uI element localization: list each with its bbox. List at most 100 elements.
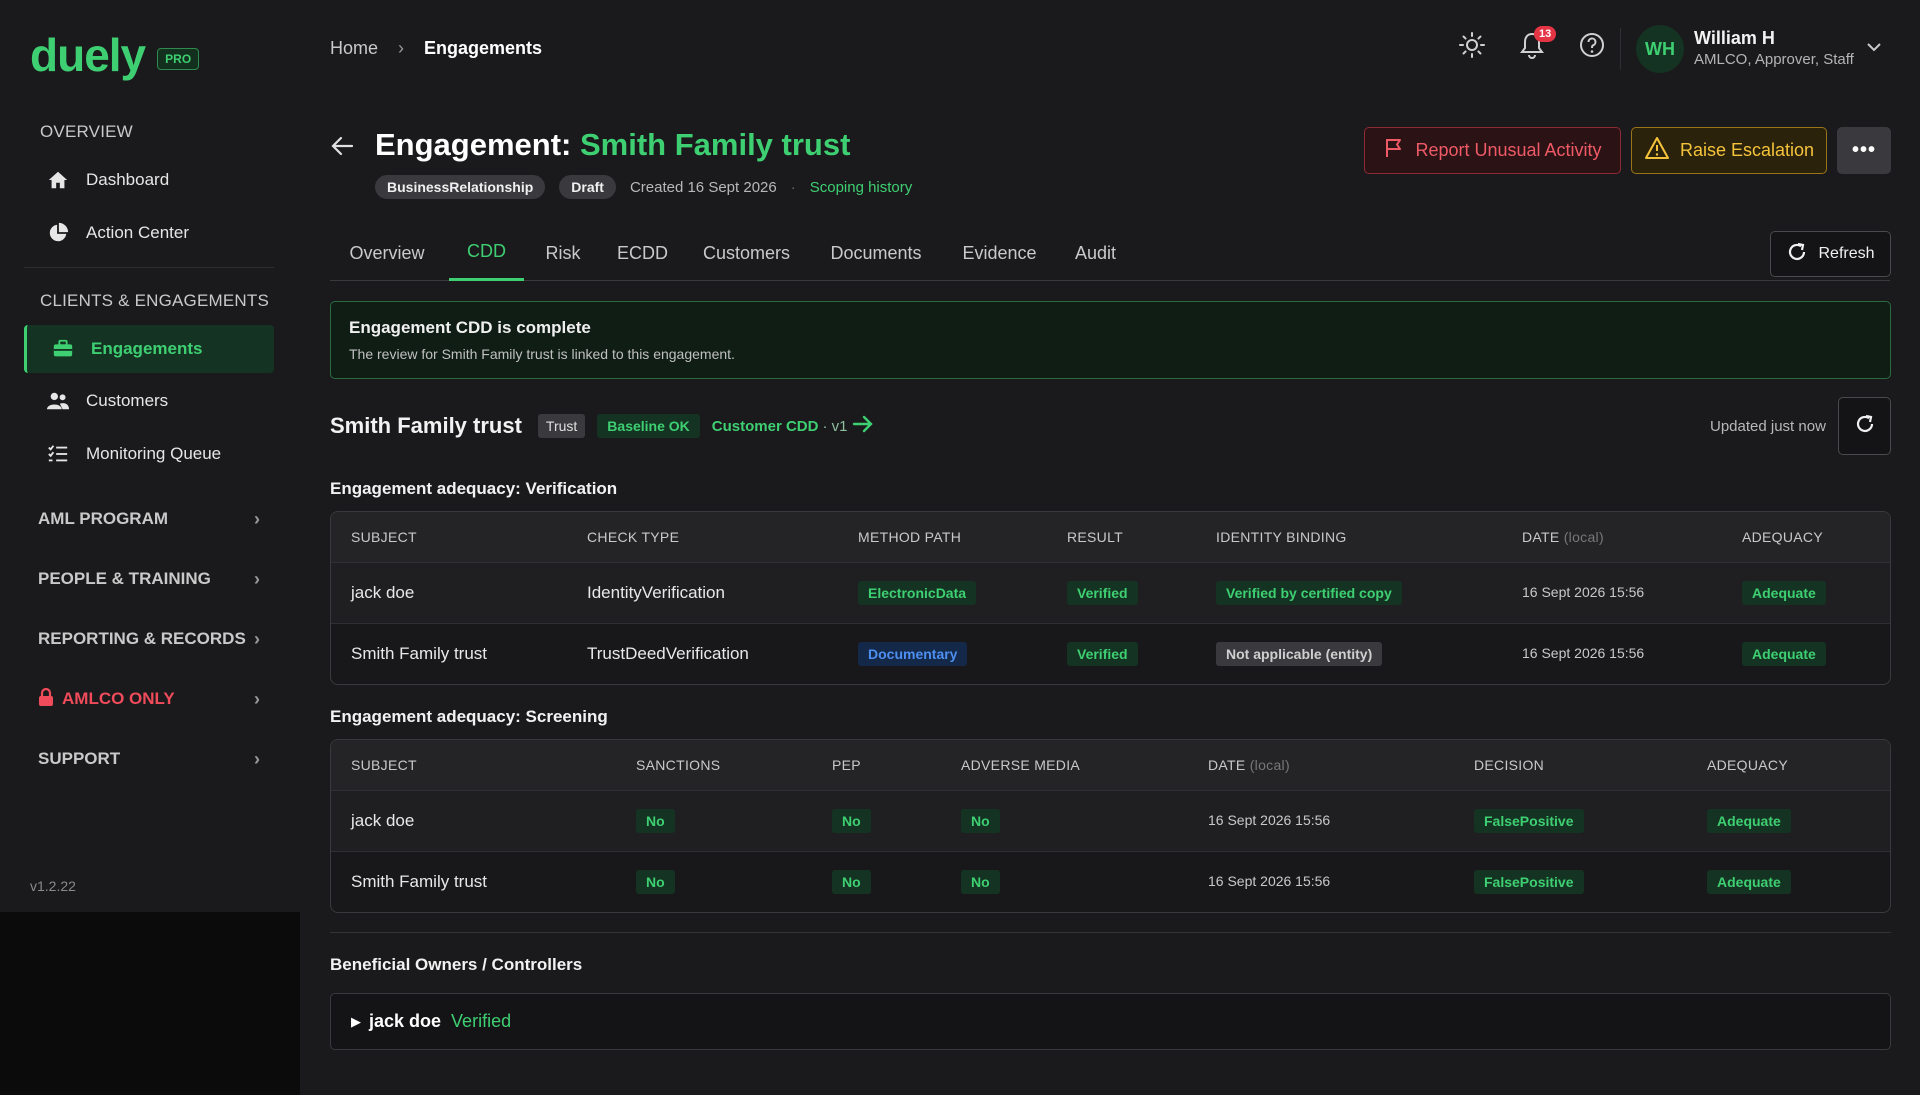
tab-documents[interactable]: Documents: [813, 225, 939, 281]
section-divider: [330, 932, 1891, 933]
table-row: Smith Family trust TrustDeedVerification…: [331, 623, 1890, 684]
notifications-button[interactable]: 13: [1515, 26, 1557, 64]
reload-customer-button[interactable]: [1838, 397, 1891, 455]
sidebar-group-amlco-only[interactable]: AMLCO ONLY ›: [24, 679, 274, 719]
cell-adequacy-chip: Adequate: [1742, 581, 1826, 605]
lock-icon: [38, 687, 54, 711]
col-sanctions: SANCTIONS: [636, 757, 721, 773]
col-date-suffix: (local): [1563, 529, 1604, 545]
cell-check-type: IdentityVerification: [587, 583, 725, 602]
beneficial-owner-name: jack doe: [369, 1011, 442, 1031]
cell-method-chip: ElectronicData: [858, 581, 977, 605]
chevron-right-icon: ›: [254, 748, 260, 769]
sidebar-group-support[interactable]: SUPPORT ›: [24, 739, 274, 779]
sidebar-group-label: REPORTING & RECORDS: [38, 629, 246, 648]
more-actions-button[interactable]: •••: [1837, 127, 1891, 174]
home-icon: [46, 168, 70, 192]
refresh-label: Refresh: [1818, 245, 1875, 262]
col-date: DATE (local): [1208, 757, 1290, 773]
notification-count-badge: 13: [1534, 26, 1557, 42]
col-date-suffix: (local): [1249, 757, 1290, 773]
beneficial-owner-status: Verified: [451, 1011, 512, 1031]
scoping-history-link[interactable]: Scoping history: [810, 179, 913, 196]
cell-date: 16 Sept 2026 15:56: [1208, 812, 1331, 828]
sidebar-section-clients: CLIENTS & ENGAGEMENTS: [40, 291, 270, 310]
verification-table: SUBJECT CHECK TYPE METHOD PATH RESULT ID…: [330, 511, 1891, 685]
sidebar-item-monitoring-queue[interactable]: Monitoring Queue: [24, 430, 274, 478]
col-identity-binding: IDENTITY BINDING: [1216, 529, 1347, 545]
customer-header: Smith Family trust Trust Baseline OK Cus…: [330, 413, 875, 439]
user-role: AMLCO, Approver, Staff: [1694, 51, 1854, 68]
col-check-type: CHECK TYPE: [587, 529, 680, 545]
sidebar-item-label: Action Center: [86, 223, 189, 242]
header-divider: [1620, 28, 1621, 70]
help-circle-icon: [1578, 31, 1606, 64]
engagement-type-pill: BusinessRelationship: [375, 175, 546, 199]
refresh-icon: [1786, 241, 1808, 268]
col-date-label: DATE: [1522, 529, 1560, 545]
app-version: v1.2.22: [30, 878, 76, 894]
tab-evidence[interactable]: Evidence: [947, 225, 1052, 281]
sidebar-group-reporting-records[interactable]: REPORTING & RECORDS ›: [24, 619, 274, 659]
alert-body: The review for Smith Family trust is lin…: [349, 346, 735, 362]
beneficial-owners-title: Beneficial Owners / Controllers: [330, 955, 583, 974]
user-name[interactable]: William H: [1694, 28, 1775, 49]
breadcrumb-current: Engagements: [424, 38, 543, 58]
beneficial-owner-item[interactable]: ▶ jack doe Verified: [330, 993, 1891, 1050]
avatar[interactable]: WH: [1636, 25, 1684, 73]
cell-result-chip: Verified: [1067, 642, 1138, 666]
breadcrumb-home[interactable]: Home: [330, 38, 378, 59]
sidebar-section-overview: OVERVIEW: [40, 122, 133, 141]
tab-overview[interactable]: Overview: [330, 225, 444, 281]
sidebar-item-customers[interactable]: Customers: [24, 377, 274, 425]
cell-decision-chip: FalsePositive: [1474, 809, 1584, 833]
page-title: Engagement: Smith Family trust: [375, 127, 850, 163]
report-unusual-activity-button[interactable]: Report Unusual Activity: [1364, 127, 1621, 174]
sidebar-group-aml-program[interactable]: AML PROGRAM ›: [24, 499, 274, 539]
engagement-meta: BusinessRelationship Draft Created 16 Se…: [375, 175, 912, 199]
sidebar-item-label: Monitoring Queue: [86, 444, 222, 463]
tab-cdd[interactable]: CDD: [449, 225, 524, 281]
tab-audit[interactable]: Audit: [1059, 225, 1132, 281]
arrow-right-icon: [851, 413, 875, 439]
tab-bar: Overview CDD Risk ECDD Customers Documen…: [330, 225, 1890, 281]
cell-date: 16 Sept 2026 15:56: [1522, 645, 1645, 661]
customer-cdd-link-label: Customer CDD: [711, 417, 819, 435]
sun-icon: [1458, 31, 1486, 64]
briefcase-icon: [51, 337, 75, 361]
customer-cdd-link[interactable]: Customer CDD · v1: [712, 413, 876, 439]
expand-triangle-icon: ▶: [351, 1013, 361, 1029]
back-button[interactable]: [330, 133, 356, 164]
col-adequacy: ADEQUACY: [1707, 757, 1788, 773]
cell-sanctions-chip: No: [636, 809, 675, 833]
help-button[interactable]: [1575, 30, 1609, 64]
chevron-down-icon[interactable]: [1865, 38, 1883, 61]
logo-text: duely: [30, 29, 146, 81]
cell-adverse-chip: No: [961, 809, 1000, 833]
sidebar-item-engagements[interactable]: Engagements: [24, 325, 274, 373]
tab-risk[interactable]: Risk: [528, 225, 598, 281]
cell-adequacy-chip: Adequate: [1707, 870, 1791, 894]
top-header: Home › Engagements 13 WH William H AMLCO…: [300, 0, 1920, 97]
sidebar-item-label: Engagements: [91, 339, 203, 358]
cell-subject: jack doe: [351, 583, 415, 602]
col-adverse-media: ADVERSE MEDIA: [961, 757, 1081, 773]
table-row: jack doe IdentityVerification Electronic…: [331, 562, 1890, 623]
list-check-icon: [46, 442, 70, 466]
app-logo[interactable]: duely PRO: [30, 28, 200, 82]
users-icon: [46, 389, 70, 413]
sidebar-group-people-training[interactable]: PEOPLE & TRAINING ›: [24, 559, 274, 599]
cell-adequacy-chip: Adequate: [1742, 642, 1826, 666]
sidebar-item-action-center[interactable]: Action Center: [24, 209, 274, 257]
raise-escalation-button[interactable]: Raise Escalation: [1631, 127, 1827, 174]
theme-toggle-button[interactable]: [1455, 30, 1489, 64]
sidebar-group-amlco-label-wrap: AMLCO ONLY: [38, 687, 175, 711]
sidebar-item-dashboard[interactable]: Dashboard: [24, 156, 274, 204]
refresh-button[interactable]: Refresh: [1770, 231, 1891, 277]
tab-ecdd[interactable]: ECDD: [605, 225, 680, 281]
alert-title: Engagement CDD is complete: [349, 318, 591, 337]
plan-badge: PRO: [157, 48, 200, 70]
col-subject: SUBJECT: [351, 529, 417, 545]
tab-customers[interactable]: Customers: [687, 225, 806, 281]
report-button-label: Report Unusual Activity: [1415, 140, 1602, 160]
